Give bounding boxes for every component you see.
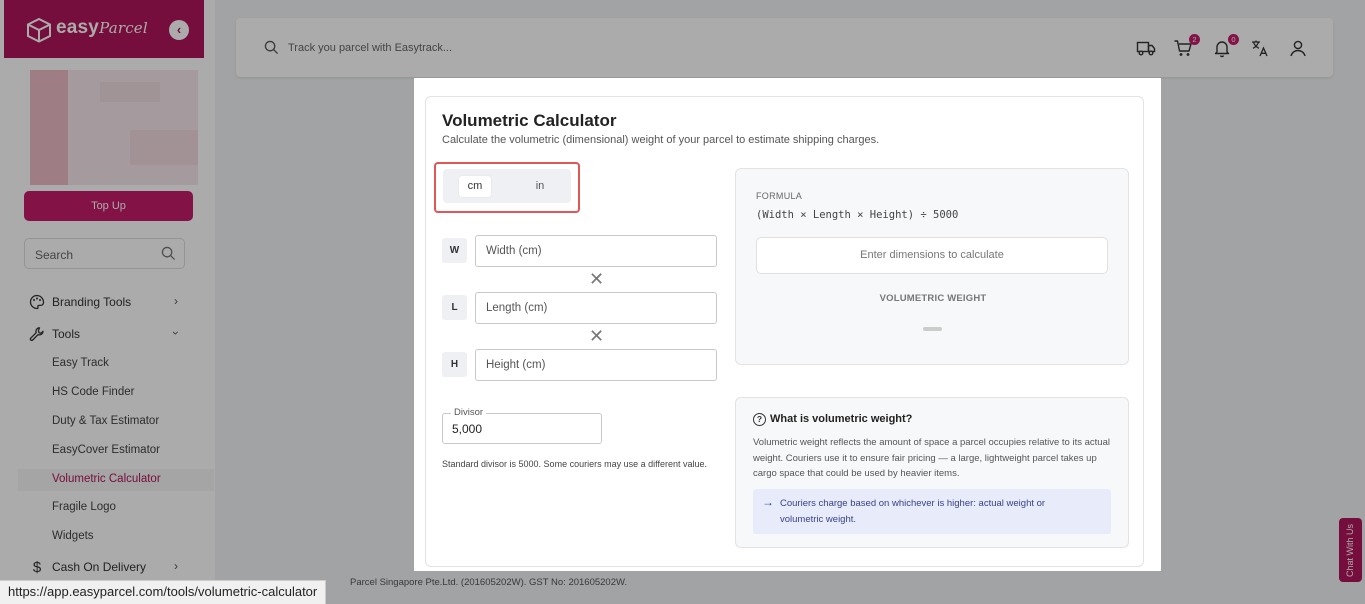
unit-toggle[interactable]: cm in [443, 169, 571, 203]
page-title: Volumetric Calculator [442, 111, 617, 130]
question-circle-icon: ? [753, 413, 766, 426]
volumetric-calculator-modal: Volumetric Calculator Calculate the volu… [414, 78, 1161, 571]
divisor-label: Divisor [451, 407, 487, 418]
unit-cm-option[interactable]: cm [459, 176, 491, 197]
volumetric-weight-label: VOLUMETRIC WEIGHT [879, 293, 987, 304]
callout-text: Couriers charge based on whichever is hi… [780, 498, 1046, 525]
width-tag: W [442, 238, 467, 263]
page-subtitle: Calculate the volumetric (dimensional) w… [442, 134, 880, 146]
multiply-icon: ✕ [589, 269, 605, 289]
info-callout: → Couriers charge based on whichever is … [753, 489, 1111, 534]
calculation-display: Enter dimensions to calculate [756, 237, 1108, 274]
height-input[interactable]: Height (cm) [475, 349, 717, 381]
formula-label: FORMULA [756, 191, 803, 201]
length-input[interactable]: Length (cm) [475, 292, 717, 324]
arrow-right-icon: → [762, 495, 774, 509]
info-body: Volumetric weight reflects the amount of… [753, 437, 1110, 479]
divisor-note: Standard divisor is 5000. Some couriers … [442, 459, 707, 469]
calculator-card: Volumetric Calculator Calculate the volu… [425, 96, 1144, 567]
height-tag: H [442, 352, 467, 377]
volumetric-weight-value-empty [923, 327, 942, 331]
width-input[interactable]: Width (cm) [475, 235, 717, 267]
info-title: What is volumetric weight? [770, 413, 913, 425]
multiply-icon: ✕ [589, 326, 605, 346]
browser-status-url: https://app.easyparcel.com/tools/volumet… [0, 580, 327, 604]
formula-expression: (Width × Length × Height) ÷ 5000 [756, 209, 959, 221]
divisor-value: 5,000 [452, 422, 483, 436]
formula-panel: FORMULA (Width × Length × Height) ÷ 5000… [735, 168, 1129, 365]
divisor-field[interactable]: Divisor 5,000 [442, 407, 602, 444]
info-panel: ? What is volumetric weight? Volumetric … [735, 397, 1129, 548]
unit-in-option[interactable]: in [524, 176, 556, 197]
length-tag: L [442, 295, 467, 320]
